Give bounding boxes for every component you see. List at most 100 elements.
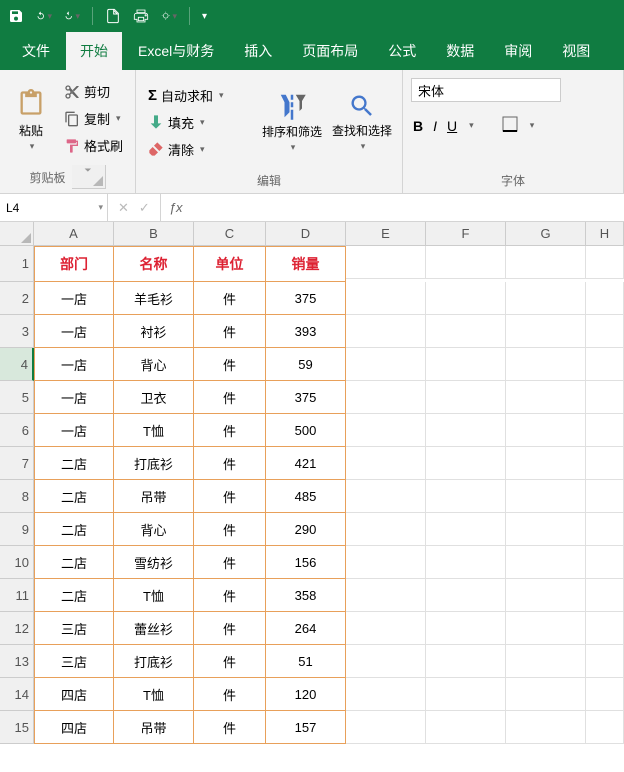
column-header-E[interactable]: E: [346, 222, 426, 246]
cell[interactable]: [426, 480, 506, 513]
cell[interactable]: [586, 711, 624, 744]
cell[interactable]: 393: [266, 315, 346, 348]
cell[interactable]: [346, 711, 426, 744]
cell[interactable]: 打底衫: [114, 447, 194, 480]
clear-button[interactable]: 清除▾: [144, 138, 254, 161]
cell[interactable]: [586, 513, 624, 546]
cell[interactable]: 件: [194, 315, 266, 348]
cell[interactable]: [506, 513, 586, 546]
cell[interactable]: 吊带: [114, 480, 194, 513]
cell[interactable]: 卫衣: [114, 381, 194, 414]
cell[interactable]: 157: [266, 711, 346, 744]
cell[interactable]: [586, 579, 624, 612]
cell[interactable]: 羊毛衫: [114, 282, 194, 315]
cell[interactable]: 件: [194, 381, 266, 414]
cell[interactable]: [426, 282, 506, 315]
row-header[interactable]: 2: [0, 282, 34, 315]
fill-button[interactable]: 填充▾: [144, 111, 254, 134]
cell[interactable]: 三店: [34, 645, 114, 678]
cell[interactable]: [426, 348, 506, 381]
cell[interactable]: 一店: [34, 348, 114, 381]
cell[interactable]: 蕾丝衫: [114, 612, 194, 645]
column-header-D[interactable]: D: [266, 222, 346, 246]
tab-formulas[interactable]: 公式: [374, 32, 430, 70]
cell[interactable]: [346, 315, 426, 348]
cell[interactable]: [506, 480, 586, 513]
cell[interactable]: [346, 546, 426, 579]
cell[interactable]: 件: [194, 513, 266, 546]
cell[interactable]: 件: [194, 711, 266, 744]
cell[interactable]: [506, 282, 586, 315]
cell[interactable]: [346, 513, 426, 546]
cell[interactable]: 358: [266, 579, 346, 612]
cell[interactable]: [506, 612, 586, 645]
cell[interactable]: [346, 480, 426, 513]
new-doc-icon[interactable]: [105, 8, 121, 24]
cell[interactable]: 打底衫: [114, 645, 194, 678]
column-header-C[interactable]: C: [194, 222, 266, 246]
cell[interactable]: 156: [266, 546, 346, 579]
cell[interactable]: [506, 246, 586, 279]
cell[interactable]: 件: [194, 612, 266, 645]
cell[interactable]: [346, 282, 426, 315]
cell[interactable]: 四店: [34, 678, 114, 711]
cell[interactable]: 件: [194, 480, 266, 513]
row-header[interactable]: 15: [0, 711, 34, 744]
cell[interactable]: [586, 414, 624, 447]
format-painter-button[interactable]: 格式刷: [60, 134, 127, 157]
cell[interactable]: [426, 711, 506, 744]
row-header[interactable]: 8: [0, 480, 34, 513]
cell[interactable]: [426, 678, 506, 711]
column-header-F[interactable]: F: [426, 222, 506, 246]
customize-qat-icon[interactable]: ▾: [202, 8, 218, 24]
cell[interactable]: [506, 315, 586, 348]
cell[interactable]: 销量: [266, 246, 346, 282]
autosum-button[interactable]: Σ自动求和▾: [144, 84, 254, 107]
tab-page-layout[interactable]: 页面布局: [288, 32, 372, 70]
column-header-G[interactable]: G: [506, 222, 586, 246]
cell[interactable]: 二店: [34, 579, 114, 612]
cell[interactable]: 一店: [34, 282, 114, 315]
cell[interactable]: 120: [266, 678, 346, 711]
cell[interactable]: 三店: [34, 612, 114, 645]
column-header-B[interactable]: B: [114, 222, 194, 246]
cell[interactable]: 件: [194, 678, 266, 711]
bold-button[interactable]: B: [413, 118, 423, 134]
row-header[interactable]: 6: [0, 414, 34, 447]
column-header-H[interactable]: H: [586, 222, 624, 246]
cell[interactable]: 衬衫: [114, 315, 194, 348]
cell[interactable]: [586, 246, 624, 279]
cell[interactable]: [506, 678, 586, 711]
cell[interactable]: [426, 315, 506, 348]
cell[interactable]: [506, 348, 586, 381]
clipboard-launcher-icon[interactable]: ⏷: [72, 165, 106, 189]
cell[interactable]: T恤: [114, 414, 194, 447]
tab-excel-finance[interactable]: Excel与财务: [124, 32, 228, 70]
cell[interactable]: [426, 645, 506, 678]
cell[interactable]: 件: [194, 645, 266, 678]
cell[interactable]: 件: [194, 579, 266, 612]
cell[interactable]: [506, 414, 586, 447]
cell[interactable]: 件: [194, 282, 266, 315]
cell[interactable]: T恤: [114, 678, 194, 711]
italic-button[interactable]: I: [433, 118, 437, 134]
row-header[interactable]: 13: [0, 645, 34, 678]
cell[interactable]: [586, 645, 624, 678]
cell[interactable]: 件: [194, 414, 266, 447]
redo-icon[interactable]: ▾: [64, 8, 80, 24]
cell[interactable]: [426, 414, 506, 447]
cell[interactable]: 二店: [34, 447, 114, 480]
tab-data[interactable]: 数据: [432, 32, 488, 70]
cell[interactable]: [346, 645, 426, 678]
cell[interactable]: [586, 480, 624, 513]
cell[interactable]: [346, 678, 426, 711]
cell[interactable]: 375: [266, 381, 346, 414]
cell[interactable]: 部门: [34, 246, 114, 282]
cell[interactable]: 二店: [34, 513, 114, 546]
tab-view[interactable]: 视图: [548, 32, 604, 70]
cell[interactable]: [586, 282, 624, 315]
row-header[interactable]: 9: [0, 513, 34, 546]
tab-file[interactable]: 文件: [8, 32, 64, 70]
cell[interactable]: 485: [266, 480, 346, 513]
formula-input[interactable]: [191, 194, 624, 221]
